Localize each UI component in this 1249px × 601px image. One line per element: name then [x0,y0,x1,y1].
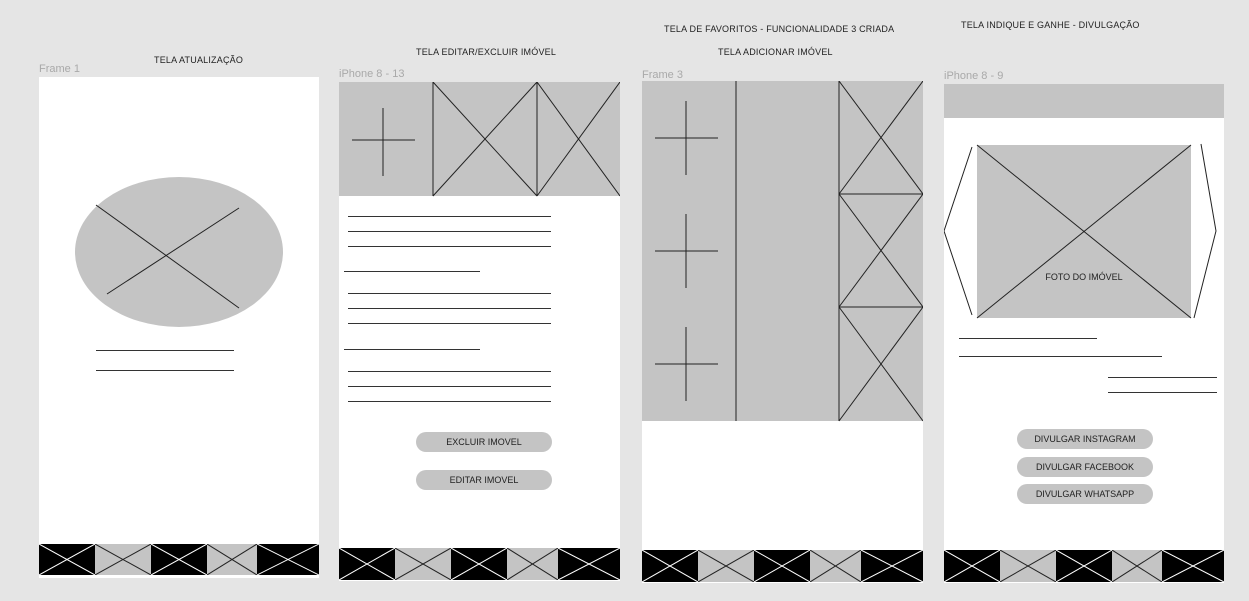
nav-favorites-icon[interactable] [151,544,207,575]
photo-placeholder-icon[interactable] [838,193,923,308]
nav-profile-icon[interactable] [1162,550,1224,582]
bottom-nav-bar [39,544,319,575]
nav-favorites-icon[interactable] [1056,550,1112,582]
heading-tela-editar-excluir: TELA EDITAR/EXCLUIR IMÓVEL [416,47,557,57]
nav-home-icon[interactable] [39,544,95,575]
bottom-nav-bar [642,550,923,582]
text-line-placeholder [1108,392,1217,393]
top-header-bar [944,84,1224,118]
photo-placeholder-icon[interactable] [432,82,538,197]
photo-placeholder-icon [976,144,1192,319]
nav-favorites-icon[interactable] [754,550,810,582]
section-line-placeholder [344,271,480,272]
chevron-right-icon[interactable] [1193,143,1217,319]
heading-tela-adicionar: TELA ADICIONAR IMÓVEL [718,47,833,57]
photo-placeholder-icon[interactable] [536,82,620,197]
nav-favorites-icon[interactable] [451,548,507,580]
nav-home-icon[interactable] [642,550,698,582]
nav-home-icon[interactable] [944,550,1000,582]
chevron-left-icon[interactable] [944,146,973,316]
divulgar-whatsapp-button[interactable]: DIVULGAR WHATSAPP [1017,484,1153,504]
text-line-placeholder [348,371,551,372]
nav-search-icon[interactable] [698,550,754,582]
nav-profile-icon[interactable] [861,550,923,582]
photo-placeholder-icon[interactable] [838,81,923,195]
add-photo-plus-icon[interactable] [655,214,718,288]
nav-search-icon[interactable] [395,548,451,580]
editar-imovel-button[interactable]: EDITAR IMOVEL [416,470,552,490]
frame-atualizacao [39,77,319,578]
nav-search-icon[interactable] [1000,550,1056,582]
divulgar-facebook-button[interactable]: DIVULGAR FACEBOOK [1017,457,1153,477]
nav-profile-icon[interactable] [558,548,620,580]
text-line-placeholder [348,231,551,232]
frame-label-iphone-8-13: iPhone 8 - 13 [339,68,405,80]
nav-home-icon[interactable] [339,548,395,580]
frame-label-frame-1: Frame 1 [39,63,80,75]
text-line-placeholder [959,338,1097,339]
text-line-placeholder [96,350,234,351]
text-line-placeholder [348,246,551,247]
text-line-placeholder [348,323,551,324]
avatar-placeholder-icon[interactable] [75,177,283,327]
bottom-nav-bar [944,550,1224,582]
bottom-nav-bar [339,548,620,580]
add-photo-plus-icon[interactable] [655,327,718,401]
nav-messages-icon[interactable] [1112,550,1162,582]
excluir-imovel-button[interactable]: EXCLUIR IMOVEL [416,432,552,452]
add-photo-plus-icon[interactable] [352,108,415,176]
text-line-placeholder [348,401,551,402]
text-line-placeholder [348,308,551,309]
nav-messages-icon[interactable] [507,548,558,580]
nav-search-icon[interactable] [95,544,151,575]
photo-placeholder-icon[interactable] [838,306,923,422]
add-photo-plus-icon[interactable] [655,101,718,175]
photo-label: FOTO DO IMÓVEL [1045,272,1123,282]
text-line-placeholder [348,216,551,217]
frame-label-frame-3: Frame 3 [642,69,683,81]
frame-adicionar-imovel [642,81,923,583]
text-line-placeholder [348,293,551,294]
text-line-placeholder [1108,377,1217,378]
frame-indique-e-ganhe: FOTO DO IMÓVEL DIVULGAR INSTAGRAM DIVULG… [944,84,1224,583]
divulgar-instagram-button[interactable]: DIVULGAR INSTAGRAM [1017,429,1153,449]
text-line-placeholder [348,386,551,387]
frame-editar-excluir: EXCLUIR IMOVEL EDITAR IMOVEL [339,82,620,581]
text-line-placeholder [959,356,1162,357]
heading-tela-favoritos: TELA DE FAVORITOS - FUNCIONALIDADE 3 CRI… [664,24,895,34]
text-line-placeholder [96,370,234,371]
heading-tela-indique: TELA INDIQUE E GANHE - DIVULGAÇÃO [961,20,1140,30]
nav-messages-icon[interactable] [207,544,257,575]
nav-messages-icon[interactable] [810,550,861,582]
section-line-placeholder [344,349,480,350]
nav-profile-icon[interactable] [257,544,319,575]
frame-label-iphone-8-9: iPhone 8 - 9 [944,70,1004,82]
heading-tela-atualizacao: TELA ATUALIZAÇÃO [154,55,244,65]
